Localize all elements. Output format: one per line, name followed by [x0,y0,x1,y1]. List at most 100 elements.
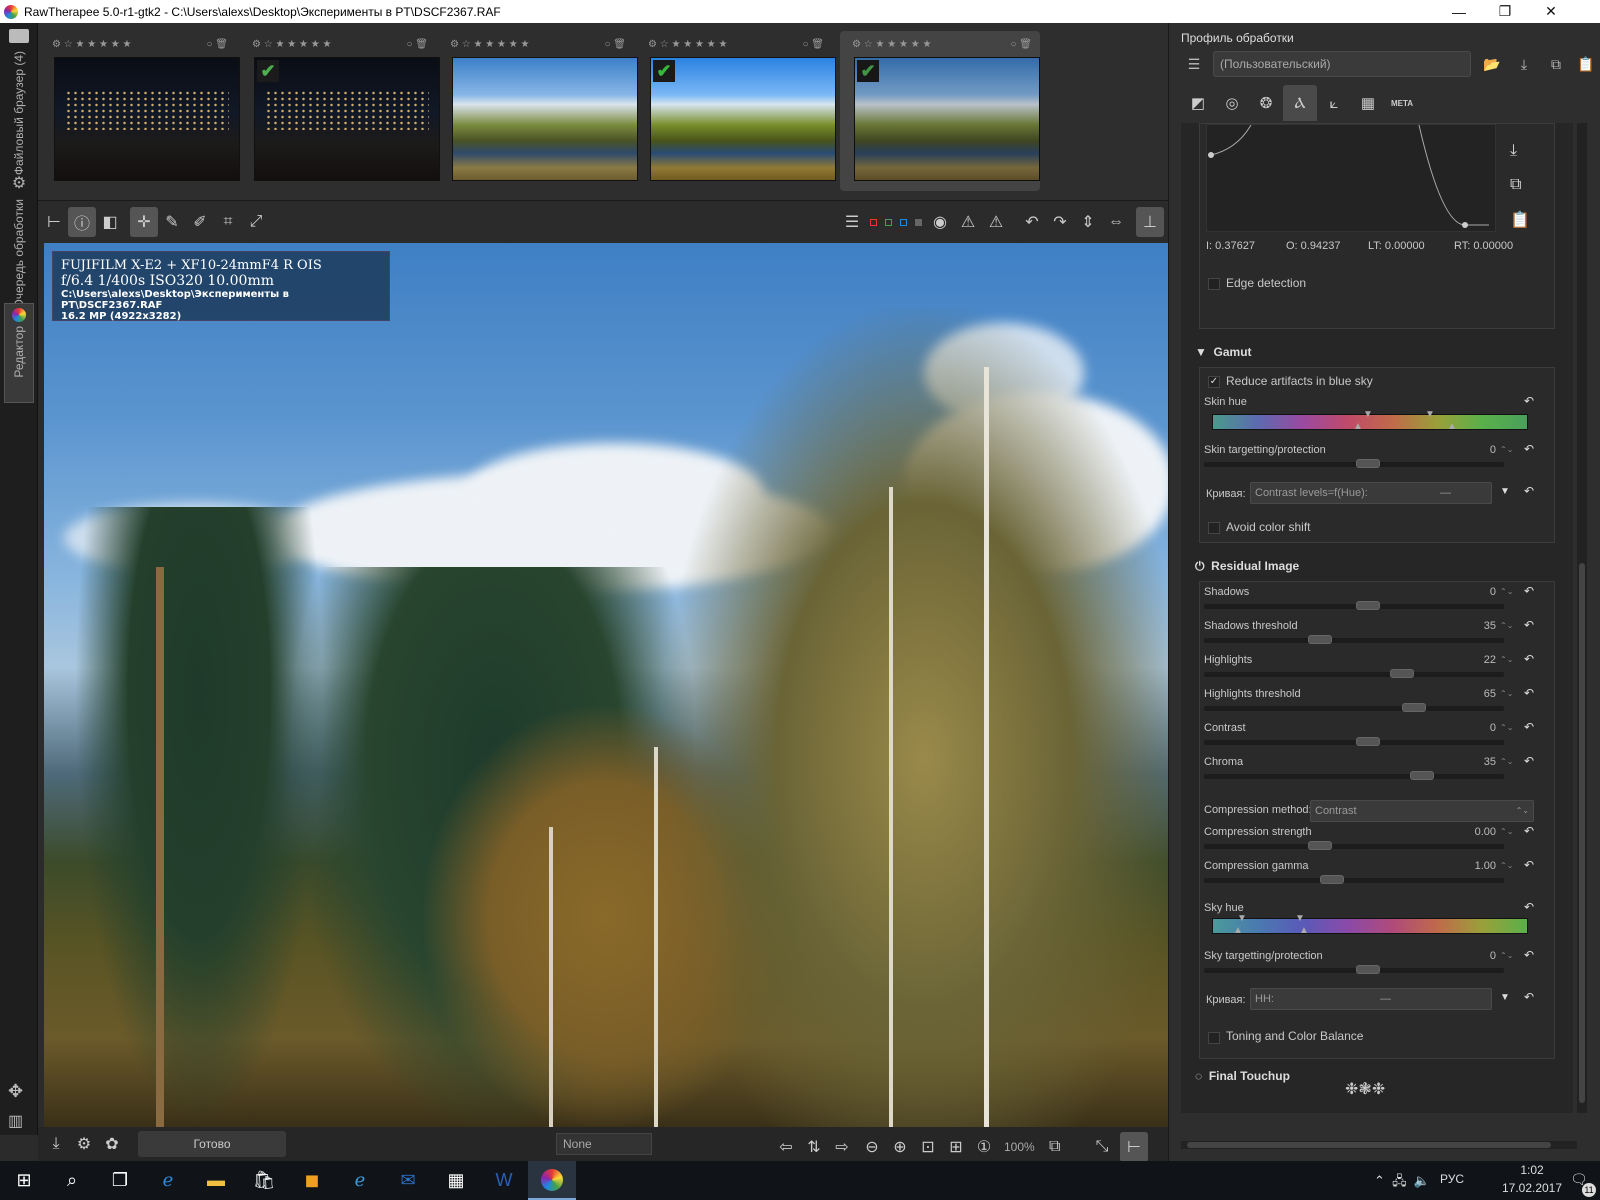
luminance-channel-icon[interactable] [915,218,922,226]
slider-reset-icon[interactable]: ↶ [1524,652,1534,666]
compression-gamma-spin[interactable]: ⌃⌄ [1500,861,1513,870]
compression-gamma-reset-icon[interactable]: ↶ [1524,858,1534,872]
tab-exposure-icon[interactable]: ◩ [1181,85,1215,121]
hue-handle[interactable]: ▼ [1295,913,1305,924]
gamut-curve-reset-icon[interactable]: ↶ [1524,484,1534,498]
curve-editor[interactable] [1206,124,1496,232]
straighten-icon[interactable]: ⤢ [242,207,270,237]
green-channel-icon[interactable] [885,218,892,226]
rating-stars[interactable]: ☆ ★ ★ ★ ★ ★ [864,39,932,50]
gear-icon[interactable]: ⚙ [450,39,459,50]
flip-horizontal-icon[interactable]: ⇔ [1102,207,1130,237]
preview-mode-icon[interactable]: ☰ [838,207,866,237]
blue-channel-icon[interactable] [900,218,907,226]
info-icon[interactable]: ⓘ [68,207,96,237]
slider-spin[interactable]: ⌃⌄ [1500,587,1513,596]
thumbnail-5-selected[interactable]: ⚙ ☆ ★ ★ ★ ★ ★ ○ 🗑 ✔ [840,31,1040,191]
avoid-color-shift-checkbox[interactable] [1208,522,1220,534]
slider-value[interactable]: 22 [1456,654,1496,666]
compression-strength-slider[interactable] [1204,841,1504,850]
compression-strength-reset-icon[interactable]: ↶ [1524,824,1534,838]
new-detail-window-icon[interactable]: ⧉ [1041,1132,1069,1162]
trash-icon[interactable]: ○ 🗑 [1010,39,1032,50]
slider-reset-icon[interactable]: ↶ [1524,686,1534,700]
flip-vertical-icon[interactable]: ⇕ [1074,207,1102,237]
toning-checkbox[interactable] [1208,1032,1220,1044]
curve-copy-icon[interactable]: ⧉ [1510,176,1521,194]
sky-targetting-spin[interactable]: ⌃⌄ [1500,951,1513,960]
app-icon[interactable]: ◼ [288,1161,336,1200]
profile-list-icon[interactable]: ☰ [1181,51,1207,77]
internet-explorer-icon[interactable]: ℯ [336,1161,384,1200]
sync-icon[interactable]: ⇅ [800,1132,828,1162]
shadow-clip-warning-icon[interactable]: ⚠ [954,207,982,237]
skin-hue-gradient[interactable]: ▼ ▼ ▲ ▲ [1212,409,1528,432]
rating-stars[interactable]: ☆ ★ ★ ★ ★ ★ [64,39,132,50]
tab-color-icon[interactable]: ❂ [1249,85,1283,121]
save-profile-icon[interactable]: ⤓ [1511,51,1537,77]
toggle-tools-panel-icon[interactable]: ⊥ [1136,207,1164,237]
trash-icon[interactable]: ○ 🗑 [206,39,228,50]
tab-detail-icon[interactable]: ◎ [1215,85,1249,121]
sky-hue-reset-icon[interactable]: ↶ [1524,900,1534,914]
scrollbar-horizontal[interactable] [1181,1141,1577,1149]
profile-select[interactable]: (Пользовательский) [1213,51,1471,77]
zoom-out-icon[interactable]: ⊖ [858,1132,886,1162]
toggle-history-icon[interactable]: ⊢ [40,207,68,237]
zoom-fit-icon[interactable]: ⊡ [914,1132,942,1162]
compression-gamma-slider[interactable] [1204,875,1504,884]
skin-targetting-reset-icon[interactable]: ↶ [1524,442,1534,456]
white-balance-picker-icon[interactable]: ✎ [158,207,186,237]
highlight-clip-warning-icon[interactable]: ⚠ [982,207,1010,237]
tab-raw-icon[interactable]: ▦ [1351,85,1385,121]
gamut-section-header[interactable]: ▼ Gamut [1195,345,1252,359]
trash-icon[interactable]: ○ 🗑 [406,39,428,50]
hue-handle[interactable]: ▲ [1447,421,1457,432]
slider-spin[interactable]: ⌃⌄ [1500,655,1513,664]
residual-slider[interactable] [1204,737,1504,746]
thumbnail-4[interactable]: ⚙ ☆ ★ ★ ★ ★ ★ ○ 🗑 ✔ [636,31,836,191]
calculator-icon[interactable]: ▦ [432,1161,480,1200]
gamut-curve-dropdown-icon[interactable]: ▼ [1500,486,1510,497]
open-profile-icon[interactable]: 📂 [1479,51,1505,77]
image-preview[interactable]: FUJIFILM X-E2 + XF10-24mmF4 R OIS f/6.4 … [44,243,1168,1127]
store-icon[interactable]: 🛍 [240,1161,288,1200]
hue-handle[interactable]: ▼ [1363,409,1373,420]
paste-profile-icon[interactable]: 📋 [1573,51,1599,77]
word-icon[interactable]: W [480,1161,528,1200]
zoom-in-icon[interactable]: ⊕ [886,1132,914,1162]
curve-save-icon[interactable]: ⤓ [1510,142,1517,160]
color-picker-icon[interactable]: ✐ [186,207,214,237]
residual-slider[interactable] [1204,771,1504,780]
compression-strength-spin[interactable]: ⌃⌄ [1500,827,1513,836]
residual-slider[interactable] [1204,703,1504,712]
slider-value[interactable]: 65 [1456,688,1496,700]
skin-hue-reset-icon[interactable]: ↶ [1524,394,1534,408]
slider-reset-icon[interactable]: ↶ [1524,618,1534,632]
gear-icon[interactable]: ⚙ [252,39,261,50]
sky-targetting-reset-icon[interactable]: ↶ [1524,948,1534,962]
minimize-button[interactable]: — [1436,0,1482,23]
crop-icon[interactable]: ⌗ [214,207,242,237]
fullscreen-icon[interactable]: ⤡ [1088,1132,1116,1162]
hue-handle[interactable]: ▼ [1425,409,1435,420]
search-icon[interactable]: ⌕ [48,1161,96,1200]
slider-spin[interactable]: ⌃⌄ [1500,689,1513,698]
focus-mask-icon[interactable]: ◉ [926,207,954,237]
sky-hue-gradient[interactable]: ▼ ▼ ▲ ▲ [1212,913,1528,936]
gear-icon[interactable]: ⚙ [52,39,61,50]
hue-handle[interactable]: ▲ [1299,925,1309,936]
compression-method-combo[interactable]: Contrast ⌃⌄ [1310,800,1534,822]
rating-stars[interactable]: ☆ ★ ★ ★ ★ ★ [462,39,530,50]
tab-metadata-icon[interactable]: META [1385,85,1419,121]
zoom-100-icon[interactable]: ① [970,1132,998,1162]
sky-targetting-slider[interactable] [1204,965,1504,974]
edge-detection-checkbox[interactable] [1208,278,1220,290]
residual-section-header[interactable]: ⏻ Residual Image [1195,559,1299,574]
sky-targetting-value[interactable]: 0 [1456,950,1496,962]
hue-handle[interactable]: ▲ [1233,925,1243,936]
slider-reset-icon[interactable]: ↶ [1524,754,1534,768]
thumbnail-2[interactable]: ⚙ ☆ ★ ★ ★ ★ ★ ○ 🗑 ✔ [240,31,440,191]
skin-targetting-slider[interactable] [1204,459,1504,468]
sky-curve-combo[interactable]: HH: — [1250,988,1492,1010]
